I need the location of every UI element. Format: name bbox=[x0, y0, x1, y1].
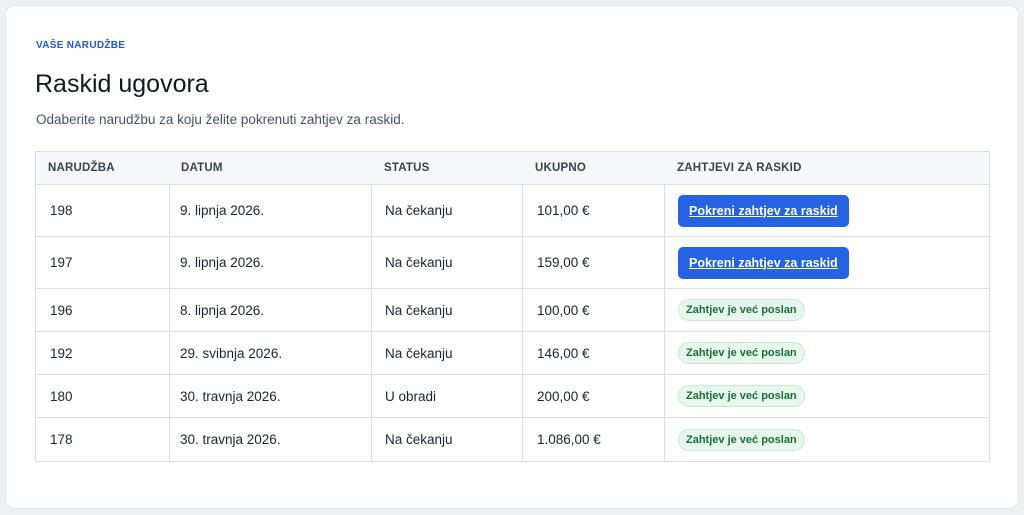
column-header-order: NARUDŽBA bbox=[48, 162, 115, 174]
request-sent-badge: Zahtjev je već poslan bbox=[678, 299, 805, 321]
section-eyebrow: VAŠE NARUDŽBE bbox=[36, 40, 126, 51]
table-row: 180 30. travnja 2026. U obradi 200,00 € … bbox=[36, 375, 989, 418]
table-header: NARUDŽBA DATUM STATUS UKUPNO ZAHTJEVI ZA… bbox=[36, 152, 989, 185]
action-cell: Zahtjev je već poslan bbox=[665, 375, 989, 417]
order-date: 30. travnja 2026. bbox=[170, 375, 372, 417]
order-total: 200,00 € bbox=[523, 375, 665, 417]
order-total: 146,00 € bbox=[523, 332, 665, 374]
table-row: 197 9. lipnja 2026. Na čekanju 159,00 € … bbox=[36, 237, 989, 289]
order-number: 180 bbox=[36, 375, 170, 417]
order-status: Na čekanju bbox=[372, 332, 523, 374]
order-status: Na čekanju bbox=[372, 289, 523, 331]
order-total: 1.086,00 € bbox=[523, 418, 665, 461]
action-cell: Zahtjev je već poslan bbox=[665, 332, 989, 374]
table-row: 178 30. travnja 2026. Na čekanju 1.086,0… bbox=[36, 418, 989, 461]
order-number: 197 bbox=[36, 237, 170, 288]
request-sent-badge: Zahtjev je već poslan bbox=[678, 428, 805, 451]
order-number: 178 bbox=[36, 418, 170, 461]
orders-card: VAŠE NARUDŽBE Raskid ugovora Odaberite n… bbox=[5, 5, 1019, 509]
order-total: 101,00 € bbox=[523, 185, 665, 236]
order-date: 9. lipnja 2026. bbox=[170, 185, 372, 236]
column-header-status: STATUS bbox=[384, 162, 430, 174]
order-status: Na čekanju bbox=[372, 418, 523, 461]
start-cancellation-button[interactable]: Pokreni zahtjev za raskid bbox=[678, 246, 849, 279]
order-status: Na čekanju bbox=[372, 237, 523, 288]
request-sent-badge: Zahtjev je već poslan bbox=[678, 342, 805, 364]
request-sent-badge: Zahtjev je već poslan bbox=[678, 385, 805, 407]
order-status: U obradi bbox=[372, 375, 523, 417]
action-cell: Zahtjev je već poslan bbox=[665, 418, 989, 461]
order-status: Na čekanju bbox=[372, 185, 523, 236]
order-date: 30. travnja 2026. bbox=[170, 418, 372, 461]
order-date: 29. svibnja 2026. bbox=[170, 332, 372, 374]
column-header-cancellation-requests: ZAHTJEVI ZA RASKID bbox=[677, 162, 802, 174]
action-cell: Pokreni zahtjev za raskid bbox=[665, 237, 989, 288]
orders-table: NARUDŽBA DATUM STATUS UKUPNO ZAHTJEVI ZA… bbox=[35, 151, 990, 462]
action-cell: Pokreni zahtjev za raskid bbox=[665, 185, 989, 236]
order-date: 9. lipnja 2026. bbox=[170, 237, 372, 288]
order-total: 159,00 € bbox=[523, 237, 665, 288]
order-date: 8. lipnja 2026. bbox=[170, 289, 372, 331]
table-row: 198 9. lipnja 2026. Na čekanju 101,00 € … bbox=[36, 185, 989, 237]
action-cell: Zahtjev je već poslan bbox=[665, 289, 989, 331]
column-header-date: DATUM bbox=[181, 162, 223, 174]
column-header-total: UKUPNO bbox=[535, 162, 587, 174]
page-title: Raskid ugovora bbox=[35, 70, 209, 98]
order-number: 196 bbox=[36, 289, 170, 331]
order-total: 100,00 € bbox=[523, 289, 665, 331]
start-cancellation-button[interactable]: Pokreni zahtjev za raskid bbox=[678, 194, 849, 227]
table-row: 192 29. svibnja 2026. Na čekanju 146,00 … bbox=[36, 332, 989, 375]
order-number: 198 bbox=[36, 185, 170, 236]
table-row: 196 8. lipnja 2026. Na čekanju 100,00 € … bbox=[36, 289, 989, 332]
page-subtitle: Odaberite narudžbu za koju želite pokren… bbox=[36, 112, 405, 127]
order-number: 192 bbox=[36, 332, 170, 374]
